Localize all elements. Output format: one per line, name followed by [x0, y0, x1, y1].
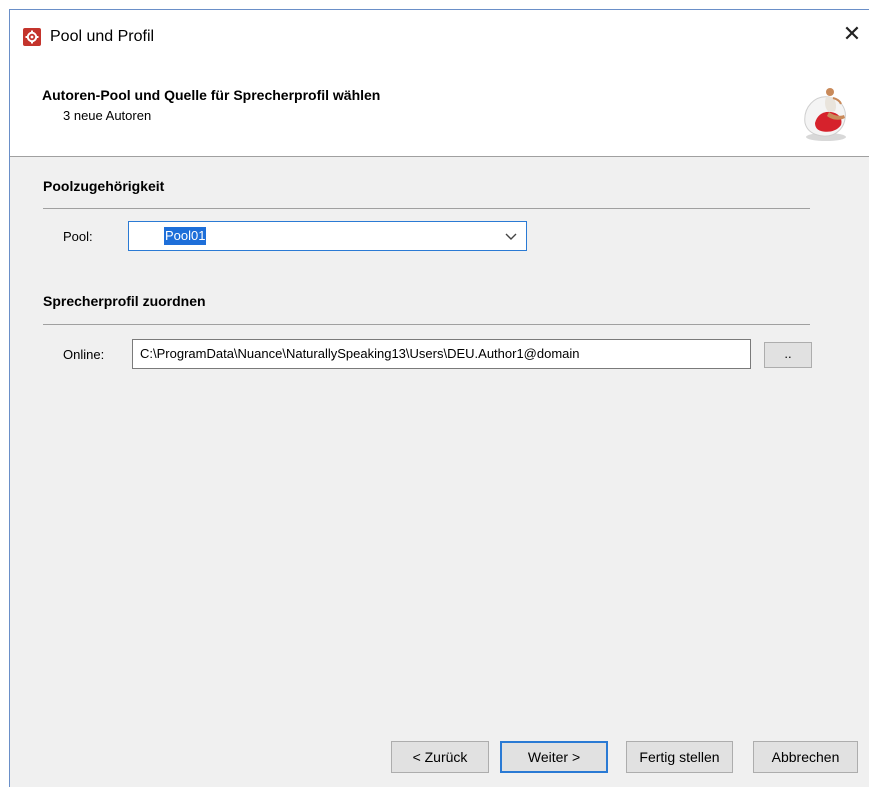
close-icon: ✕ — [842, 21, 862, 46]
close-button[interactable]: ✕ — [835, 18, 869, 50]
profile-section-divider — [43, 324, 810, 325]
pool-select-value: Pool01 — [164, 227, 207, 245]
header-subtitle: 3 neue Autoren — [63, 108, 152, 123]
pool-select[interactable]: Pool01 — [128, 221, 527, 251]
window-title: Pool und Profil — [50, 28, 155, 45]
app-gear-icon — [23, 28, 41, 46]
online-path-input[interactable]: C:\ProgramData\Nuance\NaturallySpeaking1… — [132, 339, 751, 369]
chevron-down-icon[interactable] — [505, 229, 517, 247]
back-button[interactable]: < Zurück — [391, 741, 489, 773]
browse-button[interactable]: .. — [764, 342, 812, 368]
pool-section-divider — [43, 208, 810, 209]
online-label: Online: — [63, 347, 105, 362]
header-title: Autoren-Pool und Quelle für Sprecherprof… — [42, 87, 381, 103]
cancel-button[interactable]: Abbrechen — [753, 741, 858, 773]
next-button[interactable]: Weiter > — [500, 741, 608, 773]
title-bar: Pool und Profil ✕ — [10, 10, 869, 57]
finish-button[interactable]: Fertig stellen — [626, 741, 733, 773]
profile-section-title: Sprecherprofil zuordnen — [43, 293, 206, 309]
person-sitting-in-egg-chair-icon — [799, 85, 853, 143]
pool-section-title: Poolzugehörigkeit — [43, 178, 165, 194]
wizard-header: Autoren-Pool und Quelle für Sprecherprof… — [10, 57, 869, 157]
pool-label: Pool: — [63, 229, 93, 244]
dialog-window: Pool und Profil ✕ Autoren-Pool und Quell… — [9, 9, 869, 787]
